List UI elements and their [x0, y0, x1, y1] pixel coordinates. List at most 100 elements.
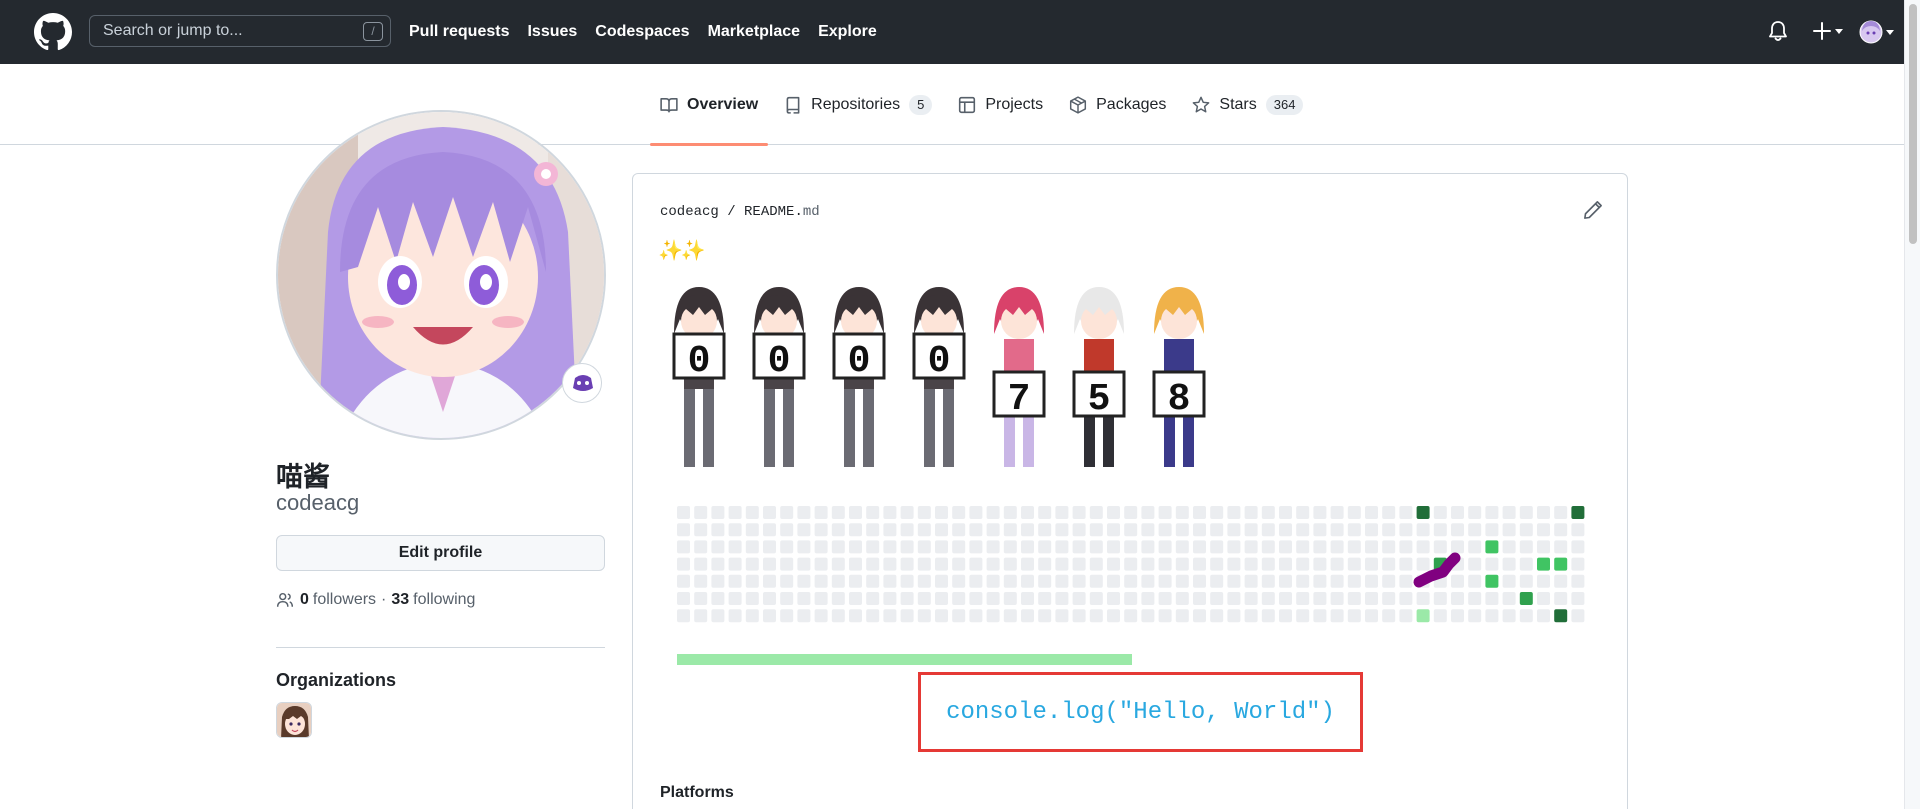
page-scrollbar[interactable] — [1904, 0, 1920, 809]
contribution-cell — [1021, 540, 1034, 554]
readme-file-link[interactable]: README.md — [744, 204, 820, 220]
contribution-cell — [952, 574, 966, 588]
contribution-cell — [1382, 523, 1396, 537]
table-icon — [959, 96, 976, 113]
contribution-cell — [1175, 506, 1189, 519]
bell-icon[interactable] — [1768, 20, 1788, 42]
readme-file-path: codeacg / README.md — [660, 204, 820, 220]
contribution-cell — [952, 540, 966, 554]
tab-projects[interactable]: Projects — [948, 64, 1053, 145]
people-icon — [276, 592, 294, 607]
edit-profile-button[interactable]: Edit profile — [276, 535, 605, 571]
scrollbar-thumb[interactable] — [1909, 4, 1917, 244]
contribution-cell — [1279, 506, 1292, 519]
github-mark-icon[interactable] — [34, 13, 72, 51]
nav-codespaces[interactable]: Codespaces — [595, 23, 689, 41]
contribution-cell — [1537, 592, 1550, 605]
search-box[interactable]: / — [89, 15, 391, 47]
contribution-cell — [1072, 506, 1086, 519]
contribution-cell — [1279, 523, 1292, 537]
contribution-cell — [831, 592, 845, 605]
contribution-cell — [1313, 557, 1327, 571]
contribution-cell — [1382, 540, 1396, 554]
contribution-cell — [814, 540, 828, 554]
contribution-cell — [677, 523, 690, 537]
nav-issues[interactable]: Issues — [527, 23, 577, 41]
followers-link[interactable]: 0 followers — [300, 591, 376, 609]
contribution-cell — [814, 574, 828, 588]
contribution-cell — [900, 523, 914, 537]
nav-marketplace[interactable]: Marketplace — [708, 23, 801, 41]
contribution-cell — [1296, 574, 1310, 588]
contribution-cell — [1485, 523, 1499, 537]
contribution-cell — [1072, 609, 1086, 623]
contribution-cell — [1554, 523, 1568, 537]
tab-overview[interactable]: Overview — [650, 64, 769, 146]
status-emoji-button[interactable] — [562, 363, 602, 403]
contribution-cell — [1330, 592, 1344, 605]
contribution-cell — [1003, 592, 1017, 605]
follow-separator: · — [381, 591, 387, 608]
contribution-cell — [1537, 574, 1550, 588]
organization-avatar[interactable] — [276, 702, 312, 738]
contribution-cell — [866, 574, 880, 588]
readme-owner-link[interactable]: codeacg — [660, 204, 719, 220]
contribution-cell — [1107, 523, 1120, 537]
contribution-cell — [1210, 609, 1224, 623]
contribution-cell — [1141, 540, 1155, 554]
contribution-cell — [711, 557, 725, 571]
tab-repositories[interactable]: Repositories 5 — [774, 64, 942, 145]
contribution-cell — [969, 540, 983, 554]
contribution-cell — [1021, 557, 1034, 571]
contribution-cell — [1072, 574, 1086, 588]
contribution-cell — [1382, 574, 1396, 588]
contribution-cell — [1502, 609, 1516, 623]
nav-explore[interactable]: Explore — [818, 23, 877, 41]
contribution-cell — [677, 592, 690, 605]
nav-pull-requests[interactable]: Pull requests — [409, 23, 509, 41]
counter-digit: 0 — [848, 340, 871, 383]
contribution-cell — [1089, 574, 1103, 588]
contribution-cell — [1055, 609, 1069, 623]
contribution-cell — [1502, 592, 1516, 605]
contribution-cell — [1296, 506, 1310, 519]
contribution-cell — [1347, 592, 1361, 605]
contribution-cell — [728, 540, 742, 554]
contribution-cell — [1399, 506, 1413, 519]
contribution-cell — [1451, 609, 1464, 623]
contribution-cell — [745, 557, 759, 571]
contribution-cell — [1072, 540, 1086, 554]
contribution-cell — [1347, 523, 1361, 537]
contribution-cell — [1227, 523, 1241, 537]
edit-readme-pencil-icon[interactable] — [1583, 200, 1603, 220]
follow-stats: 0 followers · 33 following — [276, 590, 475, 610]
create-new-menu[interactable] — [1813, 19, 1847, 43]
contribution-cell — [1485, 609, 1499, 623]
contribution-cell — [969, 574, 983, 588]
contribution-cell — [1021, 523, 1034, 537]
contribution-cell — [1451, 574, 1464, 588]
contribution-cell — [1519, 592, 1533, 605]
contribution-cell — [1210, 506, 1224, 519]
following-link[interactable]: 33 following — [391, 591, 475, 609]
contribution-cell — [1468, 523, 1482, 537]
tab-stars[interactable]: Stars 364 — [1182, 64, 1313, 145]
tab-packages[interactable]: Packages — [1059, 64, 1176, 145]
contribution-cell — [797, 574, 811, 588]
contribution-cell — [1571, 557, 1585, 571]
contribution-cell — [745, 506, 759, 519]
contribution-cell — [935, 592, 948, 605]
contribution-cell — [780, 609, 794, 623]
contribution-cell — [1451, 540, 1464, 554]
profile-avatar[interactable] — [276, 110, 606, 440]
contribution-cell — [1519, 557, 1533, 571]
contribution-cell — [1124, 523, 1138, 537]
contribution-cell — [1210, 574, 1224, 588]
top-header: / Pull requests Issues Codespaces Market… — [0, 0, 1904, 64]
tab-label: Stars — [1219, 95, 1257, 113]
contribution-cell — [1347, 506, 1361, 519]
user-menu-avatar[interactable] — [1859, 19, 1895, 45]
contribution-cell — [1193, 574, 1206, 588]
search-input[interactable] — [90, 16, 390, 46]
contribution-cell — [1141, 506, 1155, 519]
